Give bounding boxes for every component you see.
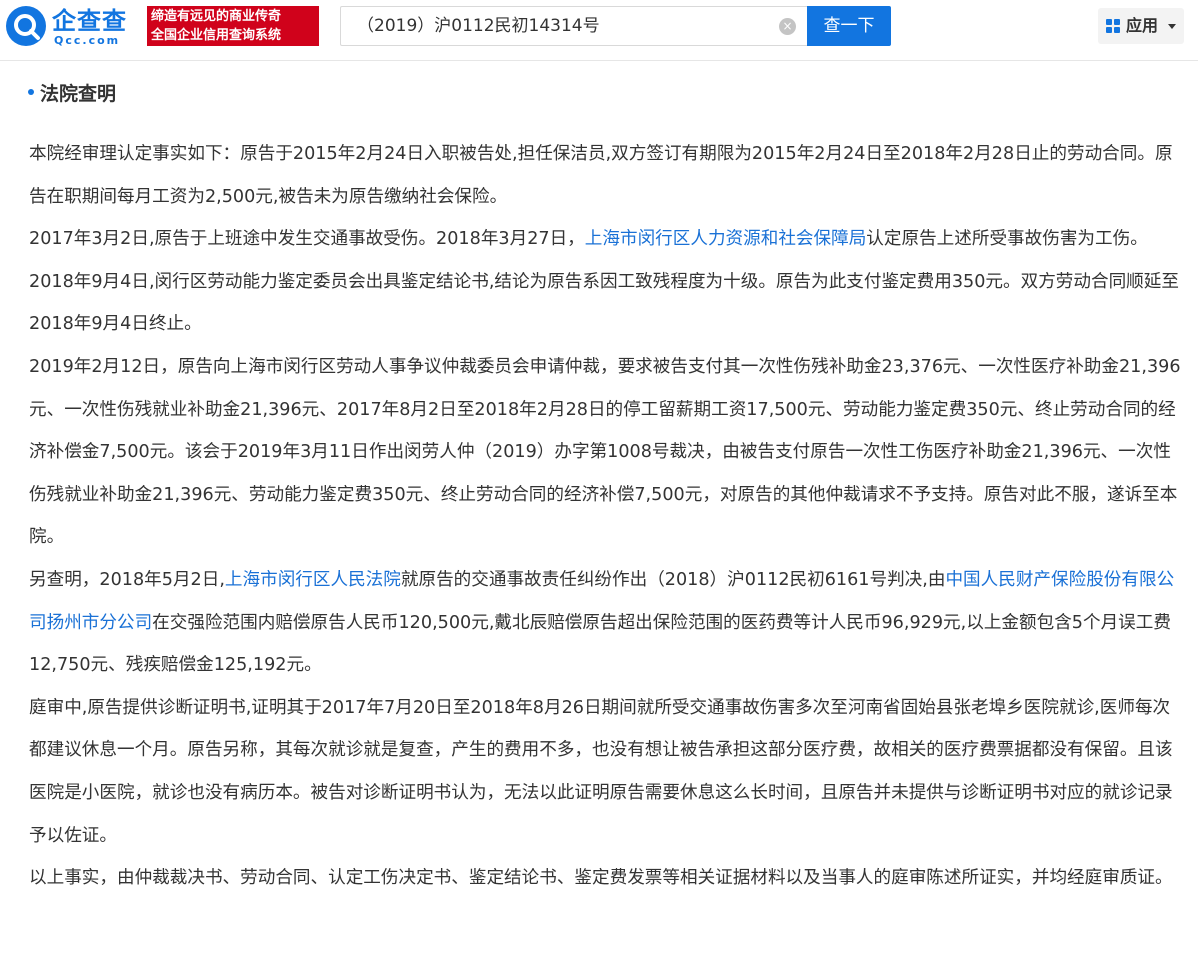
apps-menu-button[interactable]: 应用 bbox=[1098, 8, 1184, 44]
paragraph-text: 另查明，2018年5月2日, bbox=[29, 569, 225, 590]
section-title-text: 法院查明 bbox=[40, 83, 117, 105]
section-title: 法院查明 bbox=[28, 80, 116, 108]
paragraph-text: 以上事实，由仲裁裁决书、劳动合同、认定工伤决定书、鉴定结论书、鉴定费发票等相关证… bbox=[29, 868, 1173, 889]
apps-grid-icon bbox=[1106, 19, 1121, 34]
findings-paragraph: 2017年3月2日,原告于上班途中发生交通事故受伤。2018年3月27日，上海市… bbox=[29, 218, 1187, 346]
findings-paragraph: 庭审中,原告提供诊断证明书,证明其于2017年7月20日至2018年8月26日期… bbox=[29, 687, 1187, 857]
section-bullet-icon bbox=[28, 88, 34, 95]
findings-paragraph: 另查明，2018年5月2日,上海市闵行区人民法院就原告的交通事故责任纠纷作出（2… bbox=[29, 559, 1187, 687]
paragraph-text: 本院经审理认定事实如下：原告于2015年2月24日入职被告处,担任保洁员,双方签… bbox=[29, 144, 1173, 207]
paragraph-text: 2017年3月2日,原告于上班途中发生交通事故受伤。2018年3月27日， bbox=[29, 229, 585, 250]
search-input[interactable]: （2019）沪0112民初14314号 × bbox=[340, 6, 808, 46]
entity-link[interactable]: 上海市闵行区人民法院 bbox=[225, 570, 401, 590]
paragraph-text: 2019年2月12日，原告向上海市闵行区劳动人事争议仲裁委员会申请仲裁，要求被告… bbox=[29, 356, 1181, 548]
top-navigation-bar: 企查查 Qcc.com 缔造有远见的商业传奇 全国企业信用查询系统 （2019）… bbox=[0, 0, 1198, 61]
clear-icon[interactable]: × bbox=[779, 18, 796, 35]
findings-paragraph: 以上事实，由仲裁裁决书、劳动合同、认定工伤决定书、鉴定结论书、鉴定费发票等相关证… bbox=[29, 857, 1187, 900]
paragraph-text: 就原告的交通事故责任纠纷作出（2018）沪0112民初6161号判决,由 bbox=[400, 569, 946, 590]
findings-paragraph: 本院经审理认定事实如下：原告于2015年2月24日入职被告处,担任保洁员,双方签… bbox=[29, 133, 1187, 218]
logo-text: 企查查 bbox=[52, 7, 127, 35]
logo-mark-icon bbox=[6, 6, 46, 46]
slogan-line-2: 全国企业信用查询系统 bbox=[151, 28, 282, 43]
entity-link[interactable]: 上海市闵行区人力资源和社会保障局 bbox=[585, 229, 867, 249]
slogan-line-1: 缔造有远见的商业传奇 bbox=[151, 9, 282, 24]
paragraph-text: 庭审中,原告提供诊断证明书,证明其于2017年7月20日至2018年8月26日期… bbox=[29, 697, 1173, 846]
search-input-value: （2019）沪0112民初14314号 bbox=[357, 16, 600, 36]
search-button[interactable]: 查一下 bbox=[807, 6, 891, 46]
court-findings-content: 本院经审理认定事实如下：原告于2015年2月24日入职被告处,担任保洁员,双方签… bbox=[29, 133, 1187, 900]
chevron-down-icon bbox=[1168, 24, 1176, 29]
logo-subtext: Qcc.com bbox=[54, 34, 121, 47]
apps-label: 应用 bbox=[1126, 16, 1159, 35]
slogan-banner: 缔造有远见的商业传奇 全国企业信用查询系统 bbox=[147, 6, 319, 46]
qcc-logo[interactable]: 企查查 Qcc.com bbox=[6, 6, 146, 48]
paragraph-text: 在交强险范围内赔偿原告人民币120,500元,戴北辰赔偿原告超出保险范围的医药费… bbox=[29, 612, 1171, 676]
findings-paragraph: 2019年2月12日，原告向上海市闵行区劳动人事争议仲裁委员会申请仲裁，要求被告… bbox=[29, 346, 1187, 559]
